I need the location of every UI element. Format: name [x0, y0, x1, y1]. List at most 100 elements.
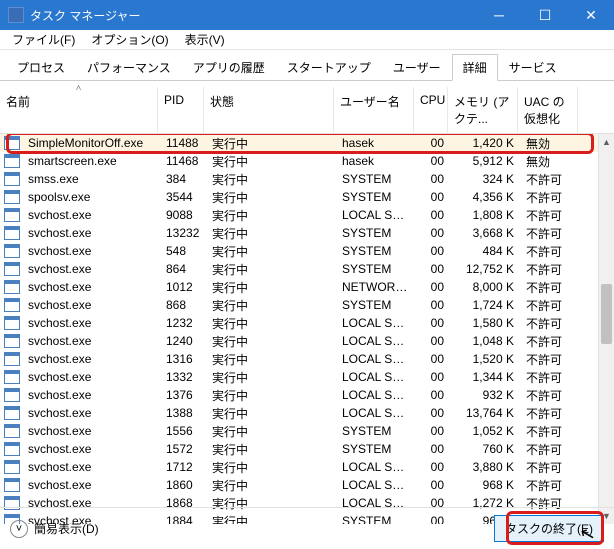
cell-uac: 不許可: [520, 171, 580, 188]
cell-state: 実行中: [206, 225, 336, 242]
cell-user: LOCAL SE...: [336, 406, 416, 420]
col-uac[interactable]: UAC の仮想化: [518, 87, 578, 133]
cell-state: 実行中: [206, 333, 336, 350]
cell-uac: 不許可: [520, 477, 580, 494]
cell-cpu: 00: [416, 298, 450, 312]
app-icon: [8, 7, 24, 23]
cell-uac: 不許可: [520, 261, 580, 278]
cell-mem: 484 K: [450, 244, 520, 258]
process-icon: [4, 442, 20, 456]
table-row[interactable]: svchost.exe1556実行中SYSTEM001,052 K不許可: [0, 422, 598, 440]
cell-state: 実行中: [206, 477, 336, 494]
cell-mem: 1,052 K: [450, 424, 520, 438]
cell-mem: 1,724 K: [450, 298, 520, 312]
cell-cpu: 00: [416, 388, 450, 402]
cell-pid: 1388: [160, 406, 206, 420]
cell-cpu: 00: [416, 280, 450, 294]
table-row[interactable]: svchost.exe1012実行中NETWORK...008,000 K不許可: [0, 278, 598, 296]
table-row[interactable]: svchost.exe548実行中SYSTEM00484 K不許可: [0, 242, 598, 260]
cell-uac: 不許可: [520, 369, 580, 386]
cell-name: svchost.exe: [22, 280, 160, 294]
cell-mem: 13,764 K: [450, 406, 520, 420]
tab-apphistory[interactable]: アプリの履歴: [182, 54, 276, 81]
cell-mem: 1,420 K: [450, 136, 520, 150]
menu-view[interactable]: 表示(V): [177, 29, 233, 50]
col-cpu[interactable]: CPU: [414, 87, 448, 133]
table-row[interactable]: smss.exe384実行中SYSTEM00324 K不許可: [0, 170, 598, 188]
table-row[interactable]: svchost.exe1240実行中LOCAL SE...001,048 K不許…: [0, 332, 598, 350]
cell-user: SYSTEM: [336, 424, 416, 438]
fewer-details-label: 簡易表示(D): [34, 520, 99, 537]
cell-pid: 13232: [160, 226, 206, 240]
cell-uac: 不許可: [520, 387, 580, 404]
table-row[interactable]: svchost.exe864実行中SYSTEM0012,752 K不許可: [0, 260, 598, 278]
tab-performance[interactable]: パフォーマンス: [76, 54, 182, 81]
table-row[interactable]: svchost.exe9088実行中LOCAL SE...001,808 K不許…: [0, 206, 598, 224]
cell-state: 実行中: [206, 405, 336, 422]
close-button[interactable]: ✕: [568, 0, 614, 30]
tab-services[interactable]: サービス: [498, 54, 568, 81]
process-icon: [4, 460, 20, 474]
table-row[interactable]: svchost.exe1860実行中LOCAL SE...00968 K不許可: [0, 476, 598, 494]
cell-cpu: 00: [416, 262, 450, 276]
menu-options[interactable]: オプション(O): [83, 29, 176, 50]
cell-state: 実行中: [206, 459, 336, 476]
cell-state: 実行中: [206, 153, 336, 170]
minimize-button[interactable]: ─: [476, 0, 522, 30]
cell-uac: 無効: [520, 153, 580, 170]
table-row[interactable]: svchost.exe1332実行中LOCAL SE...001,344 K不許…: [0, 368, 598, 386]
tab-details[interactable]: 詳細: [452, 54, 498, 81]
scroll-thumb[interactable]: [601, 284, 612, 344]
fewer-details-button[interactable]: ˅ 簡易表示(D): [10, 520, 99, 538]
window-title: タスク マネージャー: [30, 7, 476, 24]
cell-pid: 548: [160, 244, 206, 258]
cell-pid: 1860: [160, 478, 206, 492]
vertical-scrollbar[interactable]: ▲ ▼: [598, 134, 614, 524]
table-row[interactable]: svchost.exe1376実行中LOCAL SE...00932 K不許可: [0, 386, 598, 404]
table-row[interactable]: SimpleMonitorOff.exe11488実行中hasek001,420…: [0, 134, 598, 152]
end-task-button[interactable]: タスクの終了(E): [494, 515, 604, 542]
menu-file[interactable]: ファイル(F): [4, 29, 83, 50]
scroll-up-icon[interactable]: ▲: [599, 134, 614, 150]
column-headers: 名前 PID 状態 ユーザー名 CPU メモリ (アクテ... UAC の仮想化: [0, 87, 614, 134]
titlebar[interactable]: タスク マネージャー ─ ☐ ✕: [0, 0, 614, 30]
process-icon: [4, 370, 20, 384]
table-row[interactable]: spoolsv.exe3544実行中SYSTEM004,356 K不許可: [0, 188, 598, 206]
cell-pid: 384: [160, 172, 206, 186]
cell-cpu: 00: [416, 208, 450, 222]
process-icon: [4, 388, 20, 402]
tab-users[interactable]: ユーザー: [382, 54, 452, 81]
table-row[interactable]: smartscreen.exe11468実行中hasek005,912 K無効: [0, 152, 598, 170]
process-icon: [4, 352, 20, 366]
col-pid[interactable]: PID: [158, 87, 204, 133]
cell-name: svchost.exe: [22, 442, 160, 456]
process-icon: [4, 424, 20, 438]
cell-pid: 1556: [160, 424, 206, 438]
tab-processes[interactable]: プロセス: [6, 54, 76, 81]
col-mem[interactable]: メモリ (アクテ...: [448, 87, 518, 133]
table-row[interactable]: svchost.exe868実行中SYSTEM001,724 K不許可: [0, 296, 598, 314]
maximize-button[interactable]: ☐: [522, 0, 568, 30]
col-user[interactable]: ユーザー名: [334, 87, 414, 133]
table-row[interactable]: svchost.exe13232実行中SYSTEM003,668 K不許可: [0, 224, 598, 242]
process-icon: [4, 280, 20, 294]
process-icon: [4, 154, 20, 168]
col-state[interactable]: 状態: [204, 87, 334, 133]
cell-pid: 1232: [160, 316, 206, 330]
cell-name: svchost.exe: [22, 406, 160, 420]
process-icon: [4, 478, 20, 492]
table-row[interactable]: svchost.exe1232実行中LOCAL SE...001,580 K不許…: [0, 314, 598, 332]
cell-state: 実行中: [206, 423, 336, 440]
table-row[interactable]: svchost.exe1572実行中SYSTEM00760 K不許可: [0, 440, 598, 458]
table-row[interactable]: svchost.exe1712実行中LOCAL SE...003,880 K不許…: [0, 458, 598, 476]
cell-name: SimpleMonitorOff.exe: [22, 136, 160, 150]
cell-user: SYSTEM: [336, 244, 416, 258]
tab-startup[interactable]: スタートアップ: [276, 54, 382, 81]
table-row[interactable]: svchost.exe1388実行中LOCAL SE...0013,764 K不…: [0, 404, 598, 422]
cell-name: svchost.exe: [22, 298, 160, 312]
cell-user: LOCAL SE...: [336, 316, 416, 330]
col-name[interactable]: 名前: [0, 87, 158, 133]
cell-uac: 不許可: [520, 189, 580, 206]
cell-cpu: 00: [416, 406, 450, 420]
table-row[interactable]: svchost.exe1316実行中LOCAL SE...001,520 K不許…: [0, 350, 598, 368]
